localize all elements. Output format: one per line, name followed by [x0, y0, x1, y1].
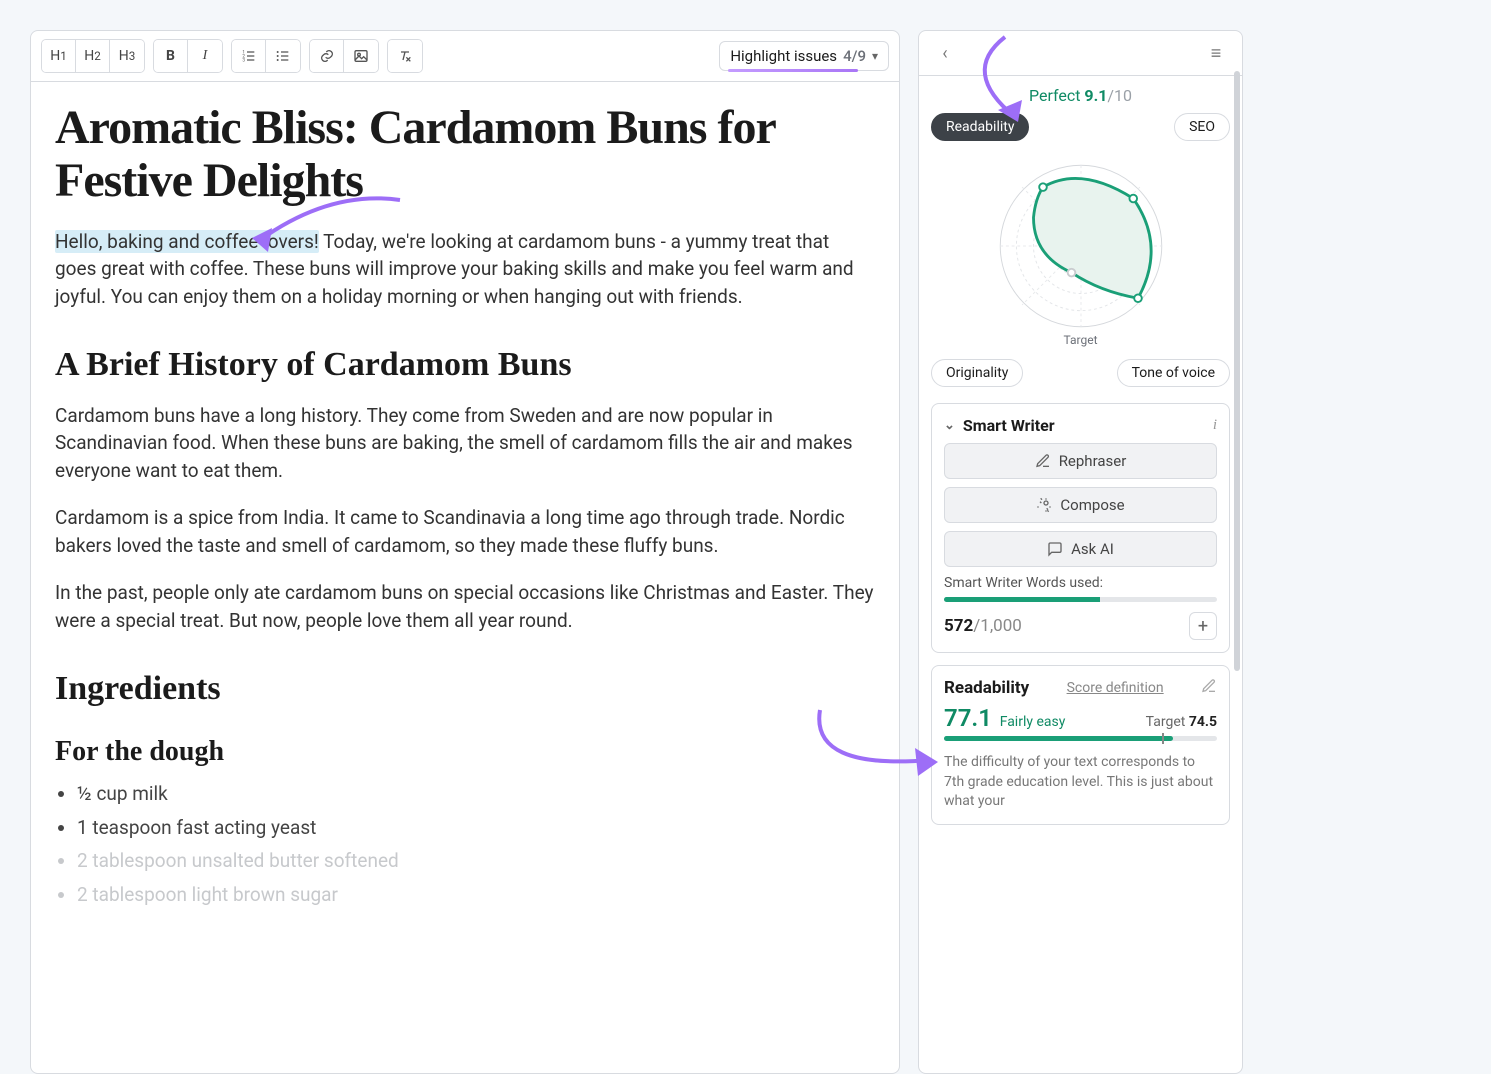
highlight-label: Highlight issues	[730, 47, 837, 65]
score-definition-link[interactable]: Score definition	[1067, 680, 1164, 696]
tab-readability[interactable]: Readability	[931, 113, 1029, 141]
list-item: 2 tablespoon light brown sugar	[77, 881, 875, 909]
list-item: 1 teaspoon fast acting yeast	[77, 814, 875, 842]
heading-group: H1 H2 H3	[41, 39, 145, 73]
secondary-tabs: Originality Tone of voice	[919, 351, 1242, 403]
svg-text:3: 3	[242, 57, 245, 63]
clear-group	[387, 39, 423, 73]
image-button[interactable]	[344, 40, 378, 72]
readability-card: Readability Score definition 77.1 Fairly…	[931, 665, 1230, 825]
highlight-issues-dropdown[interactable]: Highlight issues 4/9 ▾	[719, 41, 889, 71]
link-button[interactable]	[310, 40, 344, 72]
h1-button[interactable]: H1	[42, 40, 76, 72]
highlight-count: 4/9	[843, 47, 866, 65]
radar-target-label: Target	[1063, 333, 1097, 347]
clear-format-button[interactable]	[388, 40, 422, 72]
bold-button[interactable]: B	[154, 40, 188, 72]
list-group: 123	[231, 39, 301, 73]
highlighted-span: Hello, baking and coffee lovers!	[55, 230, 319, 253]
primary-tabs: Readability SEO	[919, 107, 1242, 147]
words-progress	[944, 597, 1217, 602]
menu-button[interactable]: ≡	[1202, 39, 1230, 67]
list-item: ½ cup milk	[77, 780, 875, 808]
overall-score: Perfect 9.1/10	[919, 76, 1242, 107]
chevron-down-icon: ▾	[872, 49, 878, 63]
ingredient-list: ½ cup milk 1 teaspoon fast acting yeast …	[55, 780, 875, 908]
ordered-list-button[interactable]: 123	[232, 40, 266, 72]
readability-progress	[944, 736, 1217, 741]
history-p2: Cardamom is a spice from India. It came …	[55, 504, 875, 559]
heading-dough: For the dough	[55, 732, 875, 773]
edit-icon[interactable]	[1201, 678, 1217, 698]
editor-panel: H1 H2 H3 B I 123	[30, 30, 900, 1074]
history-p3: In the past, people only ate cardamom bu…	[55, 579, 875, 634]
media-group	[309, 39, 379, 73]
radar-chart: Target	[919, 147, 1242, 351]
info-icon[interactable]: i	[1213, 417, 1217, 434]
tab-seo[interactable]: SEO	[1174, 113, 1230, 141]
format-group: B I	[153, 39, 223, 73]
list-item: 2 tablespoon unsalted butter softened	[77, 847, 875, 875]
rephraser-button[interactable]: Rephraser	[944, 443, 1217, 479]
tab-tone[interactable]: Tone of voice	[1117, 359, 1230, 387]
history-p1: Cardamom buns have a long history. They …	[55, 402, 875, 485]
back-button[interactable]: ‹	[931, 39, 959, 67]
italic-button[interactable]: I	[188, 40, 222, 72]
doc-title: Aromatic Bliss: Cardamom Buns for Festiv…	[55, 102, 875, 208]
heading-ingredients: Ingredients	[55, 664, 875, 713]
h3-button[interactable]: H3	[110, 40, 144, 72]
smart-writer-card: ⌄ Smart Writer i Rephraser Compose Ask A…	[931, 403, 1230, 653]
scrollbar[interactable]	[1234, 71, 1240, 671]
heading-history: A Brief History of Cardamom Buns	[55, 340, 875, 389]
tab-originality[interactable]: Originality	[931, 359, 1023, 387]
toolbar: H1 H2 H3 B I 123	[31, 31, 899, 82]
document-content[interactable]: Aromatic Bliss: Cardamom Buns for Festiv…	[31, 82, 899, 954]
collapse-icon[interactable]: ⌄	[944, 418, 955, 433]
side-header: ‹ ≡	[919, 31, 1242, 76]
side-panel: ‹ ≡ Perfect 9.1/10 Readability SEO	[918, 30, 1243, 1074]
h2-button[interactable]: H2	[76, 40, 110, 72]
ask-ai-button[interactable]: Ask AI	[944, 531, 1217, 567]
add-words-button[interactable]: +	[1189, 612, 1217, 640]
intro-paragraph: Hello, baking and coffee lovers! Today, …	[55, 228, 875, 311]
readability-description: The difficulty of your text corresponds …	[944, 753, 1217, 812]
compose-button[interactable]: Compose	[944, 487, 1217, 523]
words-used-label: Smart Writer Words used:	[944, 575, 1217, 591]
unordered-list-button[interactable]	[266, 40, 300, 72]
